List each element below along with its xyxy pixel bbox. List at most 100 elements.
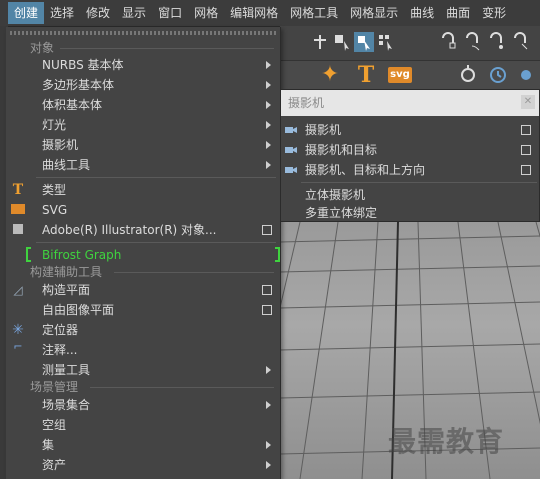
menu-item-scene-assembly[interactable]: 场景集合 — [6, 395, 280, 415]
locator-icon[interactable] — [456, 63, 480, 87]
snap-to-curve-icon[interactable] — [462, 32, 482, 52]
menu-item-assets[interactable]: 资产 — [6, 455, 280, 475]
select-hierarchy-icon[interactable] — [332, 32, 352, 52]
select-component-icon[interactable] — [376, 32, 396, 52]
menu-mesh-display[interactable]: 网格显示 — [344, 2, 404, 24]
option-box-icon[interactable] — [262, 285, 272, 295]
submenu-arrow-icon — [266, 161, 271, 169]
option-box-icon[interactable] — [262, 225, 272, 235]
camera-icon — [285, 127, 297, 133]
sparkle-icon[interactable]: ✦ — [318, 63, 342, 87]
submenu-title: 摄影机 — [288, 96, 325, 110]
snap-to-view-plane-icon[interactable] — [510, 32, 530, 52]
menu-item-label: SVG — [42, 203, 68, 217]
section-divider — [60, 48, 274, 49]
menu-surfaces[interactable]: 曲面 — [440, 2, 476, 24]
menu-item-type[interactable]: T 类型 — [6, 180, 280, 200]
camera-aim-icon — [285, 147, 297, 153]
menu-edit-mesh[interactable]: 编辑网格 — [224, 2, 284, 24]
menu-item-label: 定位器 — [42, 323, 79, 337]
menu-mesh-tools[interactable]: 网格工具 — [284, 2, 344, 24]
menu-create[interactable]: 创建 — [8, 2, 45, 24]
menu-curves[interactable]: 曲线 — [404, 2, 440, 24]
option-box-icon[interactable] — [521, 165, 531, 175]
annotation-icon: ⌐ — [13, 340, 23, 353]
menu-item-free-image-plane[interactable]: 自由图像平面 — [6, 300, 280, 320]
menu-separator — [36, 242, 276, 243]
type-tool-icon[interactable]: T — [354, 63, 378, 87]
submenu-arrow-icon — [266, 441, 271, 449]
plane-icon: ◿ — [13, 283, 23, 297]
menu-window[interactable]: 窗口 — [152, 2, 188, 24]
menu-item-label: 体积基本体 — [42, 98, 103, 112]
snap-to-point-icon[interactable] — [486, 32, 506, 52]
submenu-item-camera-aim[interactable]: 摄影机和目标 — [281, 140, 539, 160]
close-icon[interactable]: ✕ — [521, 95, 535, 109]
submenu-item-label: 摄影机和目标 — [305, 143, 378, 157]
submenu-tearoff-title[interactable]: 摄影机 ✕ — [281, 90, 539, 116]
menu-item-label: 场景集合 — [42, 398, 91, 412]
type-icon: T — [12, 182, 24, 198]
camera-aim-up-icon — [285, 167, 297, 173]
menu-item-construction-plane[interactable]: ◿ 构造平面 — [6, 280, 280, 300]
option-box-icon[interactable] — [521, 145, 531, 155]
menu-item-label: 摄影机 — [42, 138, 79, 152]
submenu-item-label: 多重立体绑定 — [305, 206, 378, 220]
section-construction-aids: 构建辅助工具 — [30, 265, 103, 279]
svg-icon — [11, 204, 25, 214]
menu-item-empty-group[interactable]: 空组 — [6, 415, 280, 435]
menu-item-volume[interactable]: 体积基本体 — [6, 95, 280, 115]
menu-item-label: Bifrost Graph — [42, 248, 122, 262]
menu-item-label: 灯光 — [42, 118, 67, 132]
menu-item-cameras[interactable]: 摄影机 — [6, 135, 280, 155]
submenu-arrow-icon — [266, 101, 271, 109]
submenu-item-camera-aim-up[interactable]: 摄影机、目标和上方向 — [281, 160, 539, 180]
menu-item-measure-tools[interactable]: 测量工具 — [6, 360, 280, 380]
submenu-item-multi-stereo-rig[interactable]: 多重立体绑定 — [281, 205, 539, 221]
menu-item-label: 测量工具 — [42, 363, 91, 377]
menu-item-nurbs[interactable]: NURBS 基本体 — [6, 55, 280, 75]
menu-separator — [36, 177, 276, 178]
menu-item-label: NURBS 基本体 — [42, 58, 124, 72]
menu-tearoff[interactable] — [10, 31, 276, 35]
menu-item-locator[interactable]: ✳ 定位器 — [6, 320, 280, 340]
submenu-arrow-icon — [266, 81, 271, 89]
bracket-right-icon — [275, 247, 280, 262]
menu-separator — [301, 182, 537, 183]
menu-select[interactable]: 选择 — [44, 2, 80, 24]
submenu-item-camera[interactable]: 摄影机 — [281, 120, 539, 140]
select-object-icon[interactable] — [354, 32, 374, 52]
submenu-arrow-icon — [266, 461, 271, 469]
submenu-item-stereo-camera[interactable]: 立体摄影机 — [281, 185, 539, 205]
snap-to-grid-icon[interactable] — [438, 32, 458, 52]
menu-item-label: 曲线工具 — [42, 158, 91, 172]
menu-item-bifrost[interactable]: Bifrost Graph — [6, 245, 280, 265]
section-scene-management: 场景管理 — [30, 380, 79, 394]
menu-item-curve-tools[interactable]: 曲线工具 — [6, 155, 280, 175]
menu-item-label: 集 — [42, 438, 55, 452]
menu-item-polygon[interactable]: 多边形基本体 — [6, 75, 280, 95]
menu-deform[interactable]: 变形 — [476, 2, 512, 24]
menu-item-label: Adobe(R) Illustrator(R) 对象... — [42, 223, 217, 237]
menu-item-sets[interactable]: 集 — [6, 435, 280, 455]
submenu-arrow-icon — [266, 401, 271, 409]
snap-grid-icon[interactable] — [310, 32, 330, 52]
option-box-icon[interactable] — [521, 125, 531, 135]
watermark: 最需教育 — [388, 425, 505, 458]
menu-modify[interactable]: 修改 — [80, 2, 116, 24]
main-menubar: 创建 选择 修改 显示 窗口 网格 编辑网格 网格工具 网格显示 曲线 曲面 变… — [0, 0, 540, 27]
menu-item-svg[interactable]: SVG — [6, 200, 280, 220]
menu-mesh[interactable]: 网格 — [188, 2, 224, 24]
submenu-item-label: 摄影机、目标和上方向 — [305, 163, 426, 177]
clock-icon[interactable] — [486, 63, 510, 87]
cameras-submenu: 摄影机 ✕ 摄影机 摄影机和目标 摄影机、目标和上方向 立体摄影机 多重立体绑定 — [280, 89, 540, 222]
menu-item-lights[interactable]: 灯光 — [6, 115, 280, 135]
menu-item-label: 自由图像平面 — [42, 303, 115, 317]
menu-item-illustrator[interactable]: Adobe(R) Illustrator(R) 对象... — [6, 220, 280, 240]
option-box-icon[interactable] — [262, 305, 272, 315]
menu-display[interactable]: 显示 — [116, 2, 152, 24]
tool-icon[interactable] — [514, 63, 538, 87]
menu-item-label: 构造平面 — [42, 283, 91, 297]
svg-tool-icon[interactable]: svg — [388, 67, 412, 83]
menu-item-annotation[interactable]: ⌐ 注释... — [6, 340, 280, 360]
